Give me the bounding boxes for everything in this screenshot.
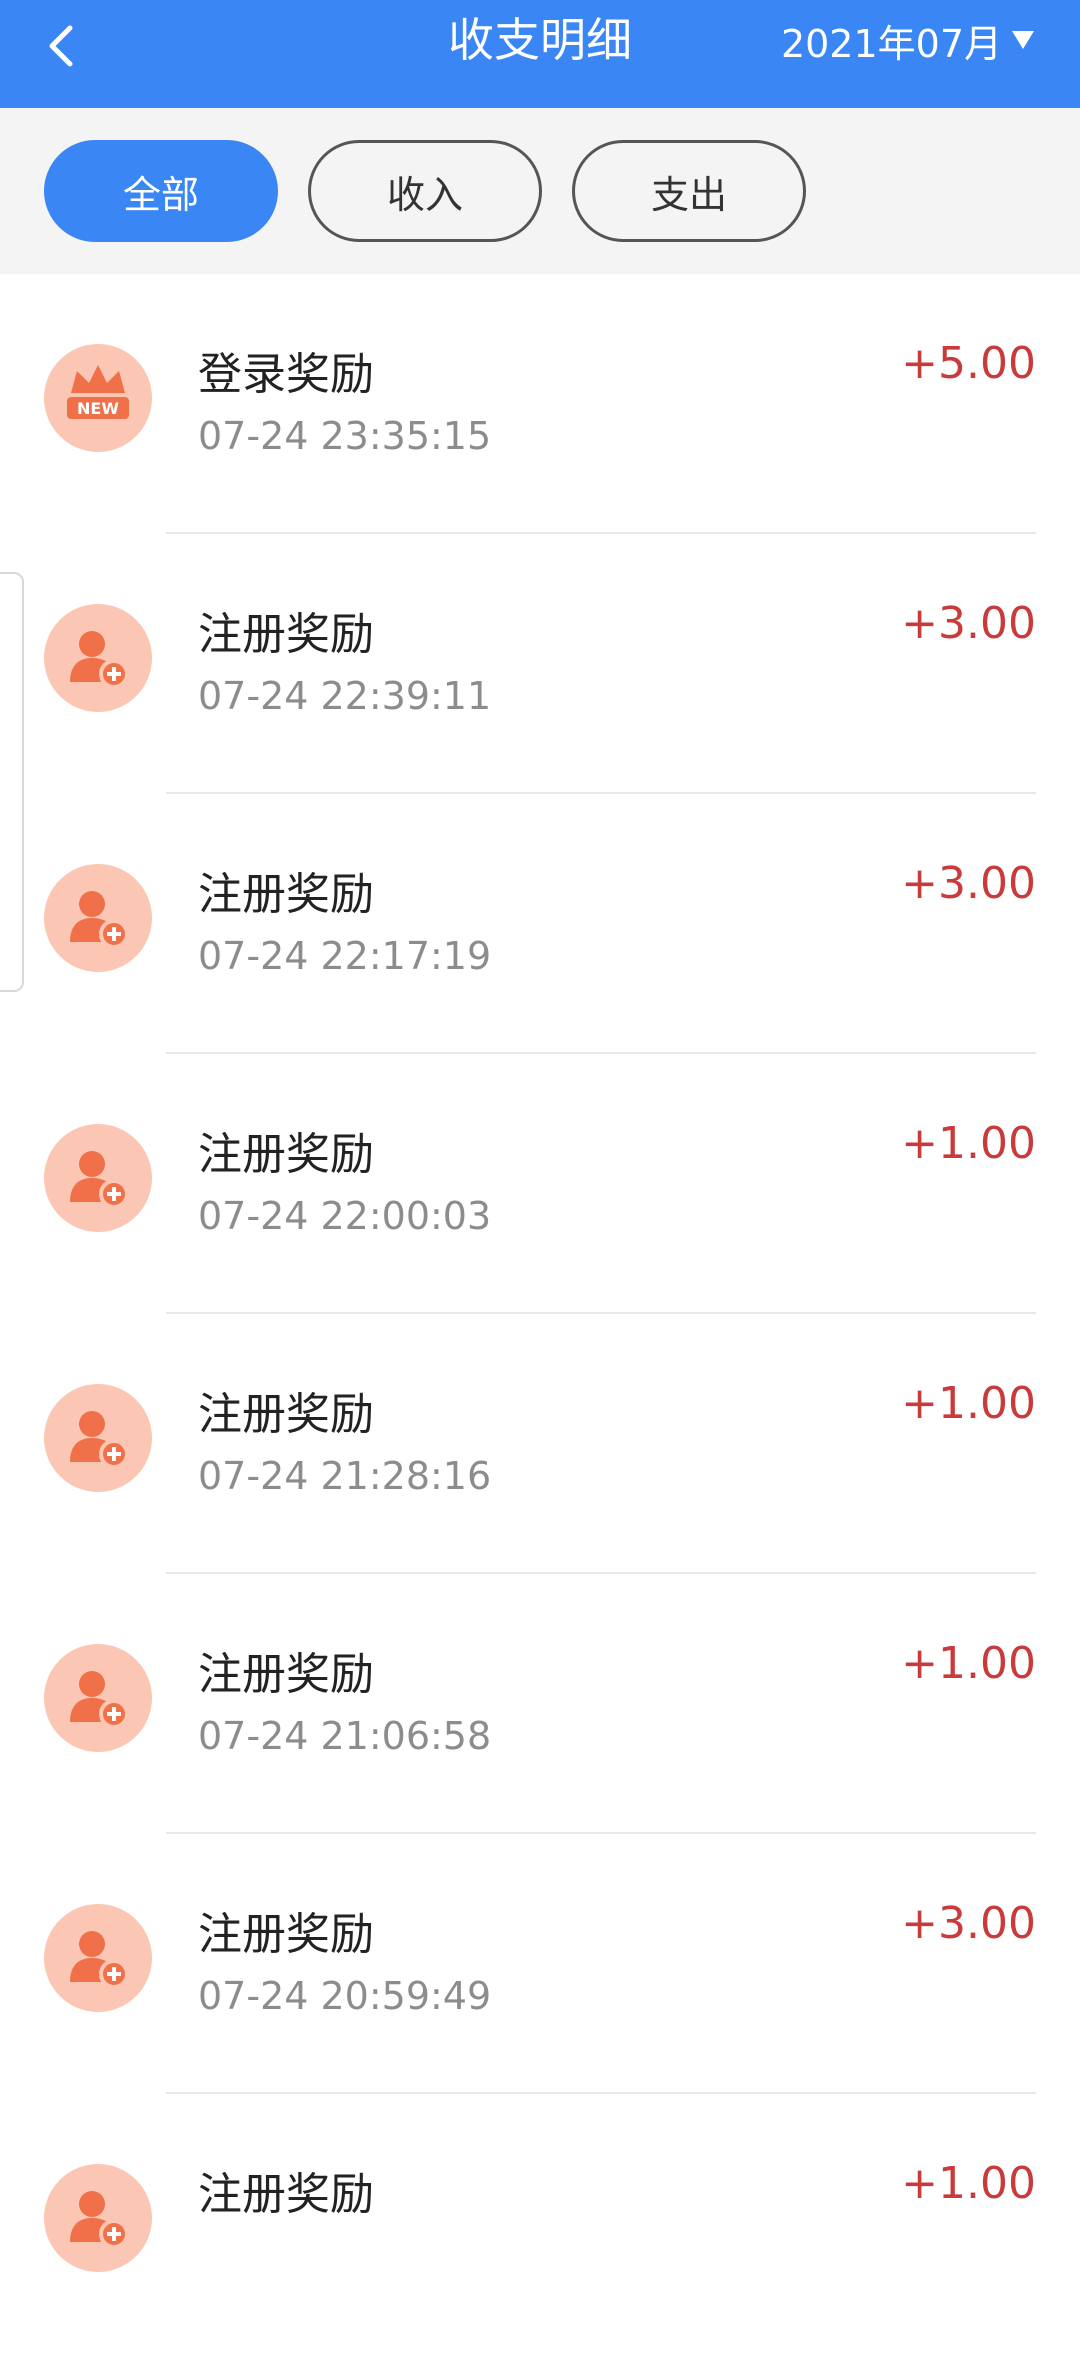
record-title: 登录奖励 bbox=[198, 349, 374, 400]
record-amount: +3.00 bbox=[901, 598, 1036, 649]
filter-income-button[interactable]: 收入 bbox=[308, 140, 542, 242]
record-title: 注册奖励 bbox=[198, 869, 374, 920]
record-row[interactable]: 注册奖励 07-24 22:00:03 +1.00 bbox=[0, 1054, 1080, 1314]
record-amount: +1.00 bbox=[901, 1638, 1036, 1689]
record-time: 07-24 23:35:15 bbox=[198, 414, 492, 458]
record-row[interactable]: 注册奖励 07-24 22:39:11 +3.00 bbox=[0, 534, 1080, 794]
record-amount: +1.00 bbox=[901, 1118, 1036, 1169]
svg-text:NEW: NEW bbox=[77, 399, 119, 418]
record-row[interactable]: 注册奖励 07-24 20:59:49 +3.00 bbox=[0, 1834, 1080, 2094]
filter-bar: 全部 收入 支出 bbox=[0, 108, 1080, 274]
record-time: 07-24 22:00:03 bbox=[198, 1194, 492, 1238]
chevron-left-icon bbox=[49, 25, 73, 67]
record-time: 07-24 21:28:16 bbox=[198, 1454, 492, 1498]
record-amount: +3.00 bbox=[901, 1898, 1036, 1949]
record-amount: +1.00 bbox=[901, 2158, 1036, 2209]
record-amount: +3.00 bbox=[901, 858, 1036, 909]
record-amount: +5.00 bbox=[901, 338, 1036, 389]
caret-down-icon bbox=[1012, 31, 1034, 49]
record-row[interactable]: 注册奖励 07-24 22:17:19 +3.00 bbox=[0, 794, 1080, 1054]
back-button[interactable] bbox=[28, 14, 92, 78]
month-label: 2021年07月 bbox=[780, 21, 1002, 66]
app-header: 收支明细 2021年07月 bbox=[0, 0, 1080, 108]
record-title: 注册奖励 bbox=[198, 2169, 374, 2220]
record-time: 07-24 22:17:19 bbox=[198, 934, 492, 978]
record-time: 07-24 20:59:49 bbox=[198, 1974, 492, 2018]
crown-new-icon: NEW bbox=[44, 344, 152, 452]
record-time: 07-24 21:06:58 bbox=[198, 1714, 492, 1758]
filter-expense-button[interactable]: 支出 bbox=[572, 140, 806, 242]
add-user-icon bbox=[44, 1384, 152, 1492]
filter-all-button[interactable]: 全部 bbox=[44, 140, 278, 242]
record-title: 注册奖励 bbox=[198, 1129, 374, 1180]
record-row[interactable]: 注册奖励 07-24 21:28:16 +1.00 bbox=[0, 1314, 1080, 1574]
record-row[interactable]: 注册奖励 +1.00 bbox=[0, 2094, 1080, 2354]
add-user-icon bbox=[44, 1904, 152, 2012]
side-drawer-handle[interactable] bbox=[0, 572, 24, 992]
add-user-icon bbox=[44, 604, 152, 712]
add-user-icon bbox=[44, 1644, 152, 1752]
record-amount: +1.00 bbox=[901, 1378, 1036, 1429]
record-row[interactable]: NEW 登录奖励 07-24 23:35:15 +5.00 bbox=[0, 274, 1080, 534]
record-title: 注册奖励 bbox=[198, 1389, 374, 1440]
record-title: 注册奖励 bbox=[198, 609, 374, 660]
record-time: 07-24 22:39:11 bbox=[198, 674, 492, 718]
record-title: 注册奖励 bbox=[198, 1909, 374, 1960]
add-user-icon bbox=[44, 2164, 152, 2272]
add-user-icon bbox=[44, 1124, 152, 1232]
add-user-icon bbox=[44, 864, 152, 972]
month-picker[interactable]: 2021年07月 bbox=[781, 10, 1034, 70]
record-row[interactable]: 注册奖励 07-24 21:06:58 +1.00 bbox=[0, 1574, 1080, 1834]
record-title: 注册奖励 bbox=[198, 1649, 374, 1700]
